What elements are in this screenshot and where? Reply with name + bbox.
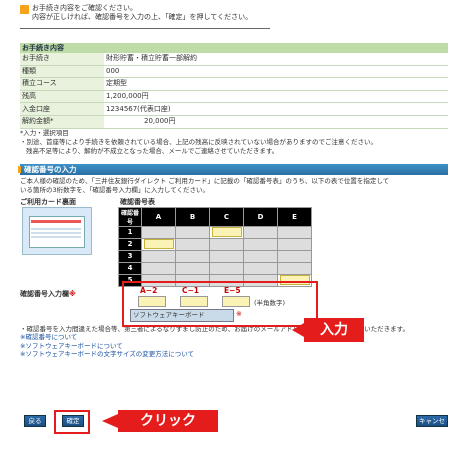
- row-label: 入金口座: [20, 102, 104, 116]
- input-hint: (半角数字): [254, 298, 286, 307]
- row-header: 3: [118, 249, 142, 263]
- grid-cell: [141, 225, 176, 239]
- soft-keyboard-star: ※: [236, 309, 242, 318]
- confirm-number-table: 確認番号 A B C D E 1 2 3 4 5: [118, 206, 312, 287]
- confirm-input-c1[interactable]: [180, 295, 208, 307]
- col-header: E: [277, 206, 312, 227]
- input-label: 確認番号入力欄※: [20, 289, 76, 299]
- confirm-desc: ご本人様の確認のため、「三井住友銀行ダイレクト ご利用カード」に記載の「確認番号…: [20, 177, 448, 195]
- grid-cell: [277, 225, 312, 239]
- detail-note2: 残高不足等により、解約が不成立となった場合、メールでご連絡させていただきます。: [26, 146, 279, 155]
- grid-cell: [175, 261, 210, 275]
- table-row: 積立コース 定期型: [20, 77, 448, 91]
- col-header: D: [243, 206, 278, 227]
- input-label-star: ※: [69, 289, 76, 298]
- table-row: 入金口座 1234567(代表口座): [20, 102, 448, 116]
- table-corner: 確認番号: [118, 206, 142, 227]
- grid-cell: [209, 261, 244, 275]
- confirm-desc1: ご本人様の確認のため、「三井住友銀行ダイレクト ご利用カード」に記載の「確認番号…: [20, 176, 390, 185]
- grid-cell: [209, 249, 244, 263]
- required-note: *入力・選択項目: [20, 128, 69, 137]
- col-header: A: [141, 206, 176, 227]
- field-label-c1: C−1: [182, 285, 200, 295]
- field-label-a2: A−2: [140, 285, 158, 295]
- input-label-text: 確認番号入力欄: [20, 289, 69, 298]
- grid-cell: [243, 237, 278, 251]
- grid-cell: [243, 261, 278, 275]
- table-row: 解約金額* 20,000円: [20, 115, 448, 129]
- grid-cell: [141, 249, 176, 263]
- row-header: 4: [118, 261, 142, 275]
- row-label: 種類: [20, 65, 104, 79]
- grid-cell: [277, 261, 312, 275]
- grid-cell-highlight: [141, 237, 176, 251]
- row-value: 財形貯蓄・積立貯蓄一部解約: [104, 53, 448, 66]
- page: お手続き内容をご確認ください。 内容が正しければ、確認番号を入力の上、「確定」を…: [18, 0, 448, 359]
- detail-note1: ・別途、首座等により手続きを依頼されている場合、上記の残高に反映されていない場合…: [20, 137, 377, 146]
- notice-text: お手続き内容をご確認ください。 内容が正しければ、確認番号を入力の上、「確定」を…: [32, 4, 252, 22]
- notice-line1: お手続き内容をご確認ください。: [32, 4, 137, 12]
- card-label: ご利用カード裏面: [20, 197, 76, 206]
- card-area: ご利用カード裏面 確認番号表 確認番号 A B C D E 1 2 3 4 5: [20, 197, 448, 287]
- link-soft-keyboard[interactable]: ※ソフトウェアキーボードについて: [20, 342, 448, 351]
- confirm-desc2: いる箇所の3桁数字を、「確認番号入力欄」に入力してください。: [20, 185, 209, 194]
- field-label-e5: E−5: [224, 285, 241, 295]
- table-label: 確認番号表: [120, 197, 155, 206]
- details-title: お手続き内容: [20, 43, 448, 53]
- link-soft-keyboard-size[interactable]: ※ソフトウェアキーボードの文字サイズの変更方法について: [20, 350, 448, 359]
- row-value: 1234567(代表口座): [104, 102, 448, 116]
- row-label: 解約金額*: [20, 115, 104, 129]
- grid-cell: [243, 225, 278, 239]
- grid-cell: [243, 249, 278, 263]
- row-value: 20,000円: [104, 115, 448, 129]
- divider: [20, 28, 270, 29]
- notice-line2: 内容が正しければ、確認番号を入力の上、「確定」を押してください。: [32, 13, 253, 21]
- card-stripe: [31, 219, 81, 223]
- input-callout-label: 入力: [304, 318, 364, 342]
- details-table: お手続き 財形貯蓄・積立貯蓄一部解約 種類 000 積立コース 定期型 残高 1,200…: [20, 53, 448, 129]
- card-lines: [31, 227, 81, 240]
- row-header: 1: [118, 225, 142, 239]
- col-header: B: [175, 206, 210, 227]
- click-callout-arrow: [102, 414, 118, 428]
- grid-cell: [175, 225, 210, 239]
- table-row: 種類 000: [20, 65, 448, 79]
- grid-cell: [277, 249, 312, 263]
- grid-cell: [141, 261, 176, 275]
- row-label: お手続き: [20, 53, 104, 66]
- row-label: 残高: [20, 90, 104, 104]
- confirm-input-a2[interactable]: [138, 295, 166, 307]
- grid-cell-highlight: [209, 225, 244, 239]
- col-header: C: [209, 206, 244, 227]
- grid-cell: [277, 237, 312, 251]
- confirm-highlight-box: [54, 410, 90, 434]
- info-icon: [20, 5, 29, 14]
- click-callout-label: クリック: [118, 410, 218, 432]
- input-callout-arrow: [292, 323, 304, 337]
- grid-cell: [175, 249, 210, 263]
- row-value: 1,200,000円: [104, 90, 448, 104]
- confirm-title: 確認番号の入力: [18, 163, 448, 175]
- notice: お手続き内容をご確認ください。 内容が正しければ、確認番号を入力の上、「確定」を…: [20, 4, 448, 28]
- table-row: 残高 1,200,000円: [20, 90, 448, 104]
- table-row: お手続き 財形貯蓄・積立貯蓄一部解約: [20, 53, 448, 66]
- row-value: 定期型: [104, 77, 448, 91]
- confirm-input-e5[interactable]: [222, 295, 250, 307]
- row-label: 積立コース: [20, 77, 104, 91]
- grid-cell: [175, 237, 210, 251]
- software-keyboard-button[interactable]: ソフトウェアキーボード: [130, 308, 234, 322]
- cancel-button[interactable]: キャンセル: [416, 415, 448, 435]
- back-button[interactable]: 戻る: [24, 415, 46, 427]
- row-header: 2: [118, 237, 142, 251]
- card-image: [22, 206, 92, 255]
- row-value: 000: [104, 65, 448, 79]
- input-callout: 入力: [282, 318, 452, 342]
- grid-cell: [209, 237, 244, 251]
